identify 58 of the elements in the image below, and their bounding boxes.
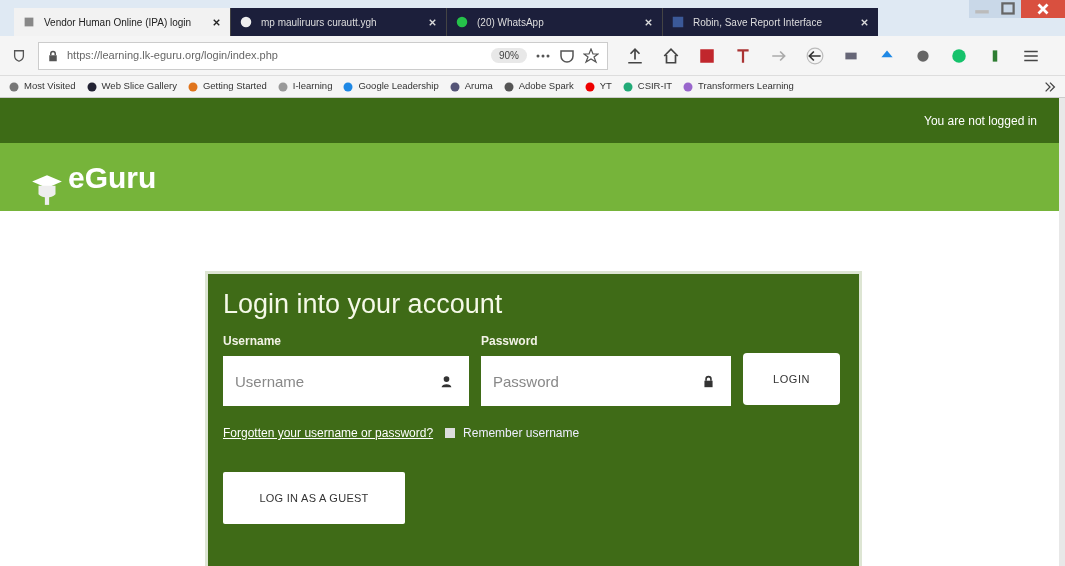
bookmark-icon xyxy=(342,80,355,93)
pocket-icon[interactable] xyxy=(559,47,575,64)
back-icon[interactable] xyxy=(806,46,824,65)
bookmark[interactable]: CSIR-IT xyxy=(621,79,673,94)
login-title: Login into your account xyxy=(223,288,504,321)
bookmark-icon xyxy=(8,80,20,93)
shield-icon xyxy=(12,48,26,63)
bookmark[interactable]: I-learning xyxy=(276,79,333,94)
star-icon[interactable] xyxy=(583,47,599,64)
checkbox-label: Remember username xyxy=(463,425,580,442)
tab-icon xyxy=(455,15,469,29)
bookmark-icon xyxy=(583,80,596,93)
login-button[interactable]: LOGIN xyxy=(743,353,840,405)
home-icon[interactable] xyxy=(662,46,680,65)
tab-title: Robin, Save Report Interface xyxy=(693,15,823,30)
zoom-level[interactable]: 90% xyxy=(491,48,527,63)
bookmark[interactable]: Getting Started xyxy=(186,79,267,94)
upload-icon[interactable] xyxy=(626,46,644,65)
user-icon xyxy=(440,375,453,388)
bookmark[interactable]: Google Leadership xyxy=(342,79,439,94)
bookmark[interactable]: Most Visited xyxy=(8,79,76,94)
browser-tab[interactable]: (20) WhatsApp xyxy=(446,8,662,36)
field-label: Password xyxy=(481,333,539,350)
address-bar[interactable]: https://learning.lk-eguru.org/login/index.php 90% xyxy=(38,41,608,70)
chevron-icon[interactable] xyxy=(1043,79,1057,94)
field-label: Username xyxy=(223,333,283,350)
url-text: https://learning.lk-eguru.org/login/index.php xyxy=(67,48,279,64)
tab-icon xyxy=(239,15,253,29)
login-status: You are not logged in xyxy=(924,112,1037,130)
tab-title: mp mauliruurs curautt.ygh xyxy=(261,15,378,30)
bookmark[interactable]: Web Slice Gallery xyxy=(85,79,177,94)
forgot-password-link[interactable]: Forgotten your username or password? xyxy=(223,424,434,442)
bookmark-icon xyxy=(448,80,461,93)
bookmark-icon xyxy=(621,80,634,93)
bookmark[interactable]: Transformers Learning xyxy=(682,79,794,94)
tab-title: Vendor Human Online (IPA) login xyxy=(44,15,193,30)
bookmark-icon xyxy=(85,80,98,93)
bookmark-icon xyxy=(186,80,199,93)
bookmark-icon xyxy=(502,80,515,93)
maximize-icon[interactable] xyxy=(995,0,1021,18)
bookmark-icon xyxy=(276,80,289,93)
tab-title: (20) WhatsApp xyxy=(477,15,545,30)
text-icon[interactable] xyxy=(734,46,752,65)
input-field[interactable]: Password xyxy=(481,356,731,406)
bookmark[interactable]: Aruma xyxy=(448,79,493,94)
browser-tab[interactable]: mp mauliruurs curautt.ygh xyxy=(230,8,446,36)
bookmark[interactable]: Adobe Spark xyxy=(502,79,574,94)
remember-checkbox[interactable] xyxy=(445,428,456,438)
bookmark[interactable]: YT xyxy=(583,79,612,94)
tab-icon xyxy=(22,15,36,29)
guest-login-button[interactable]: LOG IN AS A GUEST xyxy=(223,472,405,524)
tab-icon xyxy=(671,15,685,29)
browser-tab[interactable]: Robin, Save Report Interface xyxy=(662,8,878,36)
input-field[interactable]: Username xyxy=(223,356,469,406)
browser-tab[interactable]: Vendor Human Online (IPA) login xyxy=(14,8,230,36)
lock-icon xyxy=(702,375,715,388)
lock-icon xyxy=(47,49,59,62)
bookmark-icon xyxy=(682,80,695,93)
